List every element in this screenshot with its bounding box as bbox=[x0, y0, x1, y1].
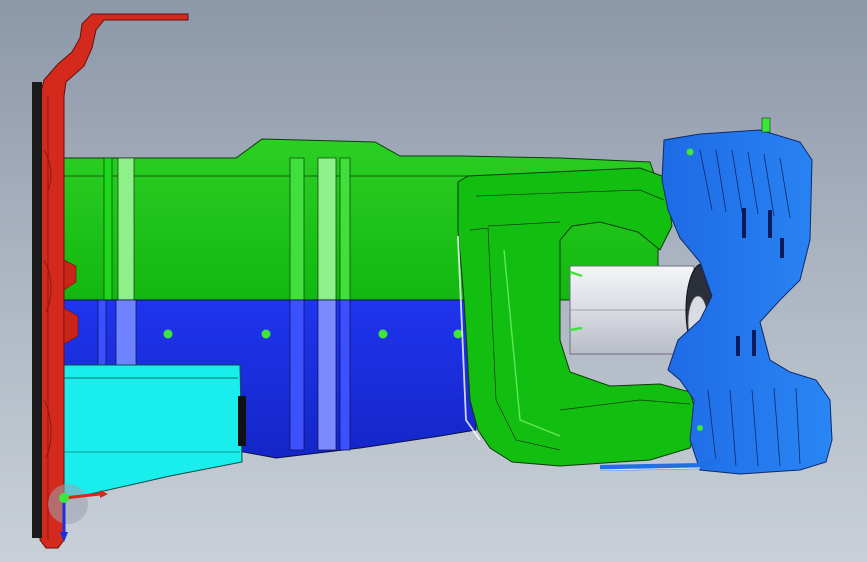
cad-3d-viewport[interactable] bbox=[0, 0, 867, 562]
weld-point-4 bbox=[453, 329, 463, 339]
origin-icon bbox=[59, 493, 69, 503]
weld-point-3 bbox=[378, 329, 388, 339]
weld-point-1 bbox=[163, 329, 173, 339]
bracket-edge-shadow bbox=[32, 82, 42, 538]
cyan-reinforcement[interactable] bbox=[63, 364, 246, 501]
black-pad bbox=[238, 396, 246, 446]
weld-point-2 bbox=[261, 329, 271, 339]
cad-model-scene[interactable] bbox=[0, 0, 867, 562]
triad-halo-icon bbox=[48, 484, 88, 524]
